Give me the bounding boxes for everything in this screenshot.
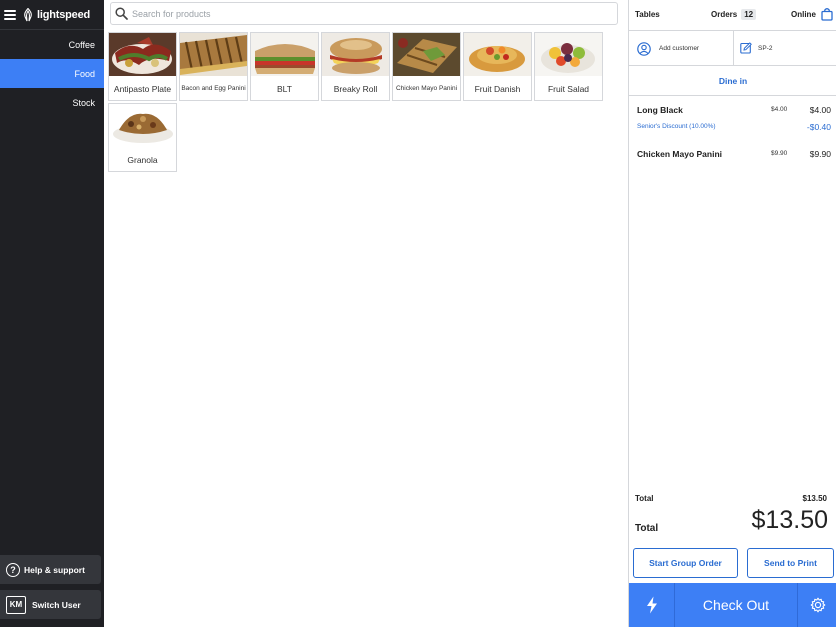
user-avatar: KM <box>6 595 26 614</box>
product-name: BLT <box>277 83 292 94</box>
send-to-print-button[interactable]: Send to Print <box>747 548 834 578</box>
antipasto-plate-photo <box>109 33 176 76</box>
subtotal-row: Total $13.50 <box>635 494 827 503</box>
checkout-bar: Check Out <box>629 583 836 627</box>
add-customer-label: Add customer <box>659 45 700 52</box>
order-panel-header: Tables Orders 12 Online <box>629 0 836 31</box>
help-icon: ? <box>6 562 20 577</box>
bacon-egg-panini-photo <box>180 33 247 76</box>
product-name: Fruit Salad <box>547 83 590 94</box>
orders-count-badge: 12 <box>741 9 757 20</box>
order-reference: SP-2 <box>758 44 773 52</box>
discount-label: Senior's Discount (10.00%) <box>637 123 716 130</box>
product-tile-bacon-egg-panini[interactable]: Bacon and Egg Panini <box>179 32 248 101</box>
line-item-unit-price: $4.00 <box>771 106 788 113</box>
product-tile-granola[interactable]: Granola <box>108 103 177 172</box>
checkout-button[interactable]: Check Out <box>675 583 797 627</box>
product-name: Bacon and Egg Panini <box>181 84 246 92</box>
quick-pay-button[interactable] <box>629 583 675 627</box>
product-name: Antipasto Plate <box>113 83 172 94</box>
customer-row: Add customer SP-2 <box>629 31 836 66</box>
order-type-button[interactable]: Dine in <box>629 66 836 96</box>
line-item-name: Chicken Mayo Panini <box>637 149 723 159</box>
discount-line[interactable]: Senior's Discount (10.00%) -$0.40 <box>637 122 831 132</box>
breaky-roll-photo <box>322 33 389 76</box>
orders-label: Orders <box>711 10 738 19</box>
search-input[interactable] <box>132 8 612 19</box>
user-icon <box>637 41 651 56</box>
discount-amount: -$0.40 <box>806 122 831 132</box>
product-tile-blt[interactable]: BLT <box>250 32 319 101</box>
fruit-salad-photo <box>535 33 602 76</box>
help-support-label: Help & support <box>24 564 85 575</box>
product-name: Chicken Mayo Panini <box>395 84 458 92</box>
product-tile-chicken-mayo-panini[interactable]: Chicken Mayo Panini <box>392 32 461 101</box>
brand-name: lightspeed <box>37 8 91 21</box>
menu-icon[interactable] <box>4 9 16 20</box>
order-reference-button[interactable]: SP-2 <box>734 31 836 65</box>
line-item-total: $9.90 <box>809 149 831 159</box>
line-item-name: Long Black <box>637 105 683 115</box>
shopping-bag-icon[interactable] <box>821 7 833 21</box>
settings-button[interactable] <box>797 583 836 627</box>
switch-user-button[interactable]: KM Switch User <box>0 590 101 619</box>
add-customer-button[interactable]: Add customer <box>629 31 734 66</box>
blt-photo <box>251 33 318 76</box>
sidebar-item-coffee[interactable]: Coffee <box>0 30 104 59</box>
orders-button[interactable]: Orders 12 <box>711 9 757 20</box>
lightning-icon <box>646 596 657 614</box>
sidebar-header: lightspeed <box>0 0 104 30</box>
product-tile-breaky-roll[interactable]: Breaky Roll <box>321 32 390 101</box>
total-value: $13.50 <box>751 506 828 534</box>
sidebar-item-stock[interactable]: Stock <box>0 88 104 117</box>
tables-button[interactable]: Tables <box>635 10 660 19</box>
search-icon <box>115 7 128 20</box>
help-support-button[interactable]: ? Help & support <box>0 555 101 584</box>
line-item-unit-price: $9.90 <box>771 150 788 157</box>
product-tile-fruit-salad[interactable]: Fruit Salad <box>534 32 603 101</box>
line-item-total: $4.00 <box>809 105 831 115</box>
product-name: Granola <box>127 154 158 165</box>
subtotal-value: $13.50 <box>802 494 827 503</box>
product-tile-antipasto-plate[interactable]: Antipasto Plate <box>108 32 177 101</box>
sidebar-item-food[interactable]: Food <box>0 59 104 88</box>
start-group-order-button[interactable]: Start Group Order <box>633 548 738 578</box>
sidebar: lightspeed Coffee Food Stock ? Help & su… <box>0 0 104 627</box>
product-tile-fruit-danish[interactable]: Fruit Danish <box>463 32 532 101</box>
product-name: Breaky Roll <box>333 83 378 94</box>
edit-icon <box>740 42 752 54</box>
lightspeed-flame-icon <box>24 7 32 21</box>
product-name: Fruit Danish <box>474 83 521 94</box>
granola-photo <box>109 104 176 147</box>
fruit-danish-photo <box>464 33 531 76</box>
total-row: Total $13.50 <box>635 506 828 538</box>
pos-app: lightspeed Coffee Food Stock ? Help & su… <box>0 0 836 627</box>
search-bar <box>110 2 618 25</box>
total-label: Total <box>635 523 659 534</box>
gear-icon <box>810 597 825 613</box>
switch-user-label: Switch User <box>32 599 81 610</box>
online-button[interactable]: Online <box>791 10 816 19</box>
chicken-mayo-panini-photo <box>393 33 460 76</box>
subtotal-label: Total <box>635 494 654 503</box>
order-panel: Tables Orders 12 Online Add customer SP-… <box>628 0 836 627</box>
